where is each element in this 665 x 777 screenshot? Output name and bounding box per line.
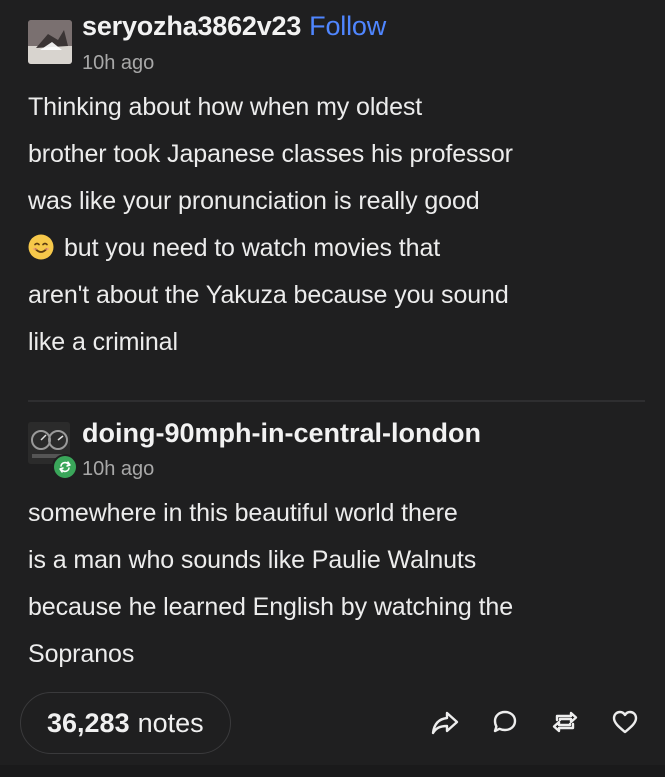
post-footer: 36,283 notes	[20, 692, 645, 754]
body-line: somewhere in this beautiful world there	[28, 499, 458, 527]
reblog-badge-icon	[52, 454, 78, 480]
post-timestamp: 10h ago	[82, 52, 155, 74]
body-line: like a criminal	[28, 328, 178, 356]
notes-label: notes	[137, 707, 204, 738]
post-header: seryozha3862v23 Follow 10h ago	[28, 8, 645, 84]
body-line: Sopranos	[28, 640, 135, 668]
body-line: brother took Japanese classes his profes…	[28, 140, 513, 168]
body-line: Thinking about how when my oldest	[28, 93, 423, 121]
user-avatar[interactable]	[28, 20, 72, 64]
post-actions	[405, 702, 645, 742]
reblog-icon[interactable]	[545, 702, 585, 742]
body-line: aren't about the Yakuza because you soun…	[28, 281, 509, 309]
notes-count: 36,283	[47, 707, 130, 738]
smiling-face-emoji-icon	[28, 229, 54, 260]
body-line: because he learned English by watching t…	[28, 593, 514, 621]
reblog-header: doing-90mph-in-central-london 10h ago	[28, 414, 645, 490]
share-icon[interactable]	[425, 702, 465, 742]
follow-button[interactable]: Follow	[309, 11, 386, 41]
notes-button[interactable]: 36,283 notes	[20, 692, 231, 754]
reblog-timestamp: 10h ago	[82, 458, 155, 480]
original-post: seryozha3862v23 Follow 10h ago Thinking a…	[28, 8, 645, 402]
body-line: but you need to watch movies that	[64, 234, 441, 262]
like-icon[interactable]	[605, 702, 645, 742]
reblog-username[interactable]: doing-90mph-in-central-london	[82, 418, 481, 449]
reblog-body: somewhere in this beautiful world there …	[28, 490, 645, 678]
reblog-entry: doing-90mph-in-central-london 10h ago so…	[28, 414, 645, 678]
post-body: Thinking about how when my oldest brothe…	[28, 84, 645, 366]
username-text[interactable]: seryozha3862v23	[82, 11, 301, 41]
tumblr-post: seryozha3862v23 Follow 10h ago Thinking a…	[0, 0, 665, 777]
post-divider	[28, 400, 645, 402]
body-line: was like your pronunciation is really go…	[28, 187, 480, 215]
body-line: is a man who sounds like Paulie Walnuts	[28, 546, 477, 574]
bottom-edge	[0, 765, 665, 777]
reply-icon[interactable]	[485, 702, 525, 742]
username[interactable]: seryozha3862v23 Follow	[82, 11, 386, 42]
